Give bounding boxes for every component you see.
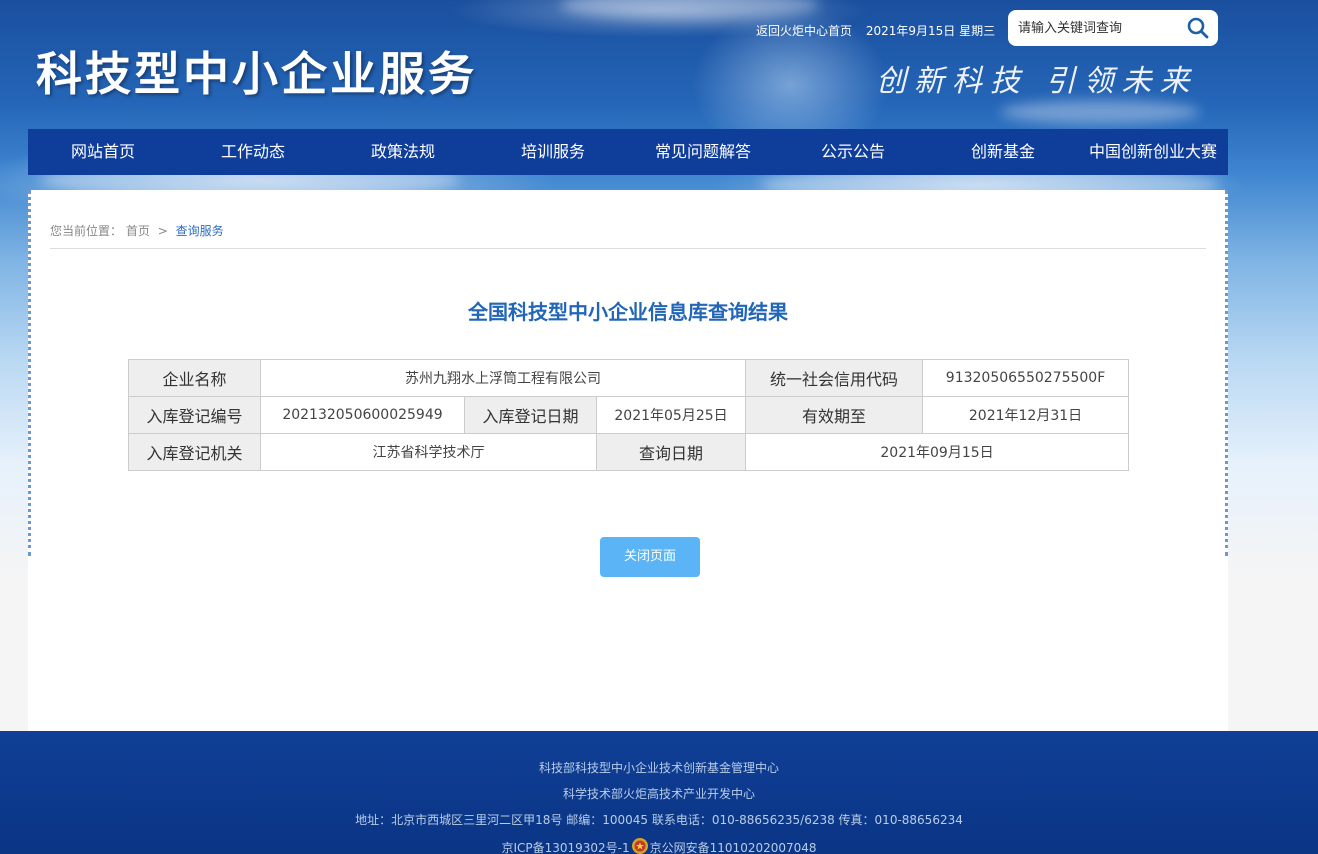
breadcrumb: 您当前位置： 首页 > 查询服务 (50, 222, 224, 239)
nav-item-innovation-fund[interactable]: 创新基金 (928, 129, 1078, 175)
table-row: 入库登记机关 江苏省科学技术厅 查询日期 2021年09月15日 (128, 433, 1130, 471)
nav-item-faq[interactable]: 常见问题解答 (628, 129, 778, 175)
nav-item-announcements[interactable]: 公示公告 (778, 129, 928, 175)
cloud-decoration (560, 0, 820, 20)
reg-no-label: 入库登记编号 (128, 396, 261, 434)
credit-code-value: 91320506550275500F (922, 359, 1130, 397)
footer: 科技部科技型中小企业技术创新基金管理中心 科学技术部火炬高技术产业开发中心 地址… (0, 731, 1318, 854)
query-date-label: 查询日期 (595, 433, 747, 471)
search-box (1008, 10, 1218, 46)
result-table: 企业名称 苏州九翔水上浮筒工程有限公司 统一社会信用代码 91320506550… (128, 359, 1130, 471)
current-date: 2021年9月15日 星期三 (865, 24, 996, 38)
reg-authority-label: 入库登记机关 (128, 433, 261, 471)
footer-address: 地址：北京市西城区三里河二区甲18号 邮编：100045 联系电话：010-88… (355, 813, 963, 827)
valid-until-value: 2021年12月31日 (922, 396, 1130, 434)
breadcrumb-divider (50, 248, 1206, 249)
nav-item-innovation-contest[interactable]: 中国创新创业大赛 (1078, 129, 1228, 175)
search-icon[interactable] (1186, 16, 1210, 40)
icp-link[interactable]: 京ICP备13019302号-1 (501, 841, 629, 854)
main-nav: 网站首页 工作动态 政策法规 培训服务 常见问题解答 公示公告 创新基金 中国创… (28, 129, 1228, 175)
credit-code-label: 统一社会信用代码 (745, 359, 924, 397)
close-page-button[interactable]: 关闭页面 (600, 537, 700, 577)
page-title: 全国科技型中小企业信息库查询结果 (468, 300, 788, 324)
police-record-link[interactable]: 京公网安备11010202007048 (650, 841, 817, 854)
company-name-label: 企业名称 (128, 359, 261, 397)
footer-icp-line: 京ICP备13019302号-1 京公网安备11010202007048 (0, 837, 1318, 854)
cloud-decoration (1000, 100, 1200, 124)
back-home-link[interactable]: 返回火炬中心首页 (756, 24, 852, 38)
footer-org-2: 科学技术部火炬高技术产业开发中心 (562, 787, 755, 801)
nav-item-work-news[interactable]: 工作动态 (178, 129, 328, 175)
company-name-value: 苏州九翔水上浮筒工程有限公司 (259, 359, 747, 397)
slogan: 创新科技 引领未来 (876, 64, 1198, 99)
reg-no-value: 202132050600025949 (260, 396, 465, 434)
top-links: 返回火炬中心首页 2021年9月15日 星期三 (756, 22, 995, 39)
valid-until-label: 有效期至 (745, 396, 924, 434)
breadcrumb-current-link[interactable]: 查询服务 (176, 224, 224, 238)
table-row: 企业名称 苏州九翔水上浮筒工程有限公司 统一社会信用代码 91320506550… (128, 359, 1130, 397)
main-content: 您当前位置： 首页 > 查询服务 全国科技型中小企业信息库查询结果 企业名称 苏… (28, 190, 1228, 731)
police-badge-icon (631, 838, 648, 854)
reg-date-label: 入库登记日期 (464, 396, 597, 434)
query-date-value: 2021年09月15日 (745, 433, 1130, 471)
nav-item-home[interactable]: 网站首页 (28, 129, 178, 175)
breadcrumb-home-link[interactable]: 首页 (126, 224, 150, 238)
footer-org-1: 科技部科技型中小企业技术创新基金管理中心 (538, 761, 779, 775)
search-input[interactable] (1018, 16, 1178, 40)
table-row: 入库登记编号 202132050600025949 入库登记日期 2021年05… (128, 396, 1130, 434)
nav-item-training[interactable]: 培训服务 (478, 129, 628, 175)
reg-date-value: 2021年05月25日 (595, 396, 747, 434)
breadcrumb-prefix: 您当前位置： (50, 224, 123, 238)
reg-authority-value: 江苏省科学技术厅 (260, 433, 597, 471)
breadcrumb-separator: > (157, 224, 168, 238)
site-title: 科技型中小企业服务 (36, 47, 477, 101)
nav-item-policies[interactable]: 政策法规 (328, 129, 478, 175)
